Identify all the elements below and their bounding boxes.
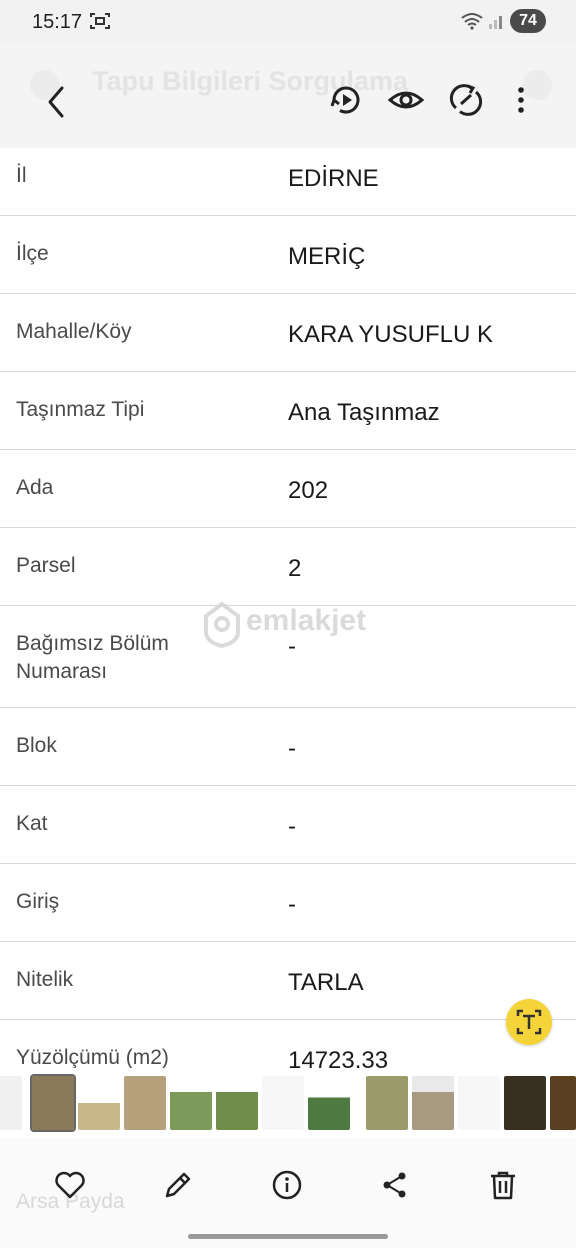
table-row-mahalle: Mahalle/Köy KARA YUSUFLU K [0,294,576,372]
more-vertical-icon[interactable] [504,82,538,118]
rotate-link-icon[interactable] [448,82,484,118]
row-label: İl [16,164,27,187]
wifi-icon [461,13,483,30]
thumbnail[interactable] [78,1076,120,1130]
thumbnail[interactable] [458,1076,500,1130]
share-icon[interactable] [378,1168,412,1202]
thumbnail[interactable] [170,1076,212,1130]
row-label: Ada [16,476,54,499]
table-row-il: İl EDİRNE [0,138,576,216]
row-value: MERİÇ [288,243,366,270]
thumbnail[interactable] [216,1076,258,1130]
row-value: EDİRNE [288,165,379,192]
thumbnail[interactable] [366,1076,408,1130]
thumbnail[interactable] [30,1074,76,1132]
row-value: - [288,891,296,918]
row-value: - [288,735,296,762]
thumbnail[interactable] [124,1076,166,1130]
heart-icon[interactable] [53,1168,87,1202]
signal-icon [489,16,502,29]
screenshot-icon [90,13,110,29]
thumbnail[interactable] [504,1076,546,1130]
table-row-tasinmaz-tipi: Taşınmaz Tipi Ana Taşınmaz [0,372,576,450]
status-time: 15:17 [32,11,83,33]
table-row-nitelik: Nitelik TARLA [0,942,576,1020]
thumbnail[interactable] [412,1076,454,1130]
row-label: Kat [16,812,48,835]
row-label: Nitelik [16,968,74,991]
table-row-kat: Kat - [0,786,576,864]
row-label: Giriş [16,890,60,913]
info-icon[interactable] [270,1168,304,1202]
row-label: Mahalle/Köy [16,320,132,343]
row-value: KARA YUSUFLU K [288,321,493,348]
back-arrow-icon[interactable] [40,82,74,122]
bottom-action-bar: Arsa Payda [0,1138,576,1248]
trash-icon[interactable] [486,1168,520,1202]
table-row-parsel: Parsel 2 [0,528,576,606]
app-bar: Tapu Bilgileri Sorgulama [0,44,576,148]
row-value: 2 [288,555,302,582]
battery-indicator: 74 [510,9,546,33]
thumbnail[interactable] [550,1076,576,1130]
thumbnail-strip[interactable] [0,1068,576,1138]
row-value: 202 [288,477,329,504]
table-row-ilce: İlçe MERİÇ [0,216,576,294]
thumbnail[interactable] [308,1076,350,1130]
home-indicator[interactable] [188,1234,388,1239]
text-scan-icon [516,1009,542,1035]
row-label: İlçe [16,242,49,265]
pencil-icon[interactable] [161,1168,195,1202]
row-label: Parsel [16,554,76,577]
thumbnail[interactable] [0,1076,22,1130]
table-row-giris: Giriş - [0,864,576,942]
row-value: TARLA [288,969,364,996]
table-row-blok: Blok - [0,708,576,786]
status-bar: 15:17 74 [0,0,576,44]
row-value: - [288,813,296,840]
table-row-ada: Ada 202 [0,450,576,528]
text-extract-button[interactable] [506,999,552,1045]
watermark-pin-icon [204,601,240,648]
watermark: emlakjet [202,600,382,650]
row-label: Taşınmaz Tipi [16,398,145,421]
play-rotate-icon[interactable] [328,82,364,118]
row-value: Ana Taşınmaz [288,399,440,426]
watermark-text: emlakjet [246,604,367,637]
thumbnail[interactable] [262,1076,304,1130]
row-label: Blok [16,734,57,757]
eye-icon[interactable] [388,82,424,118]
